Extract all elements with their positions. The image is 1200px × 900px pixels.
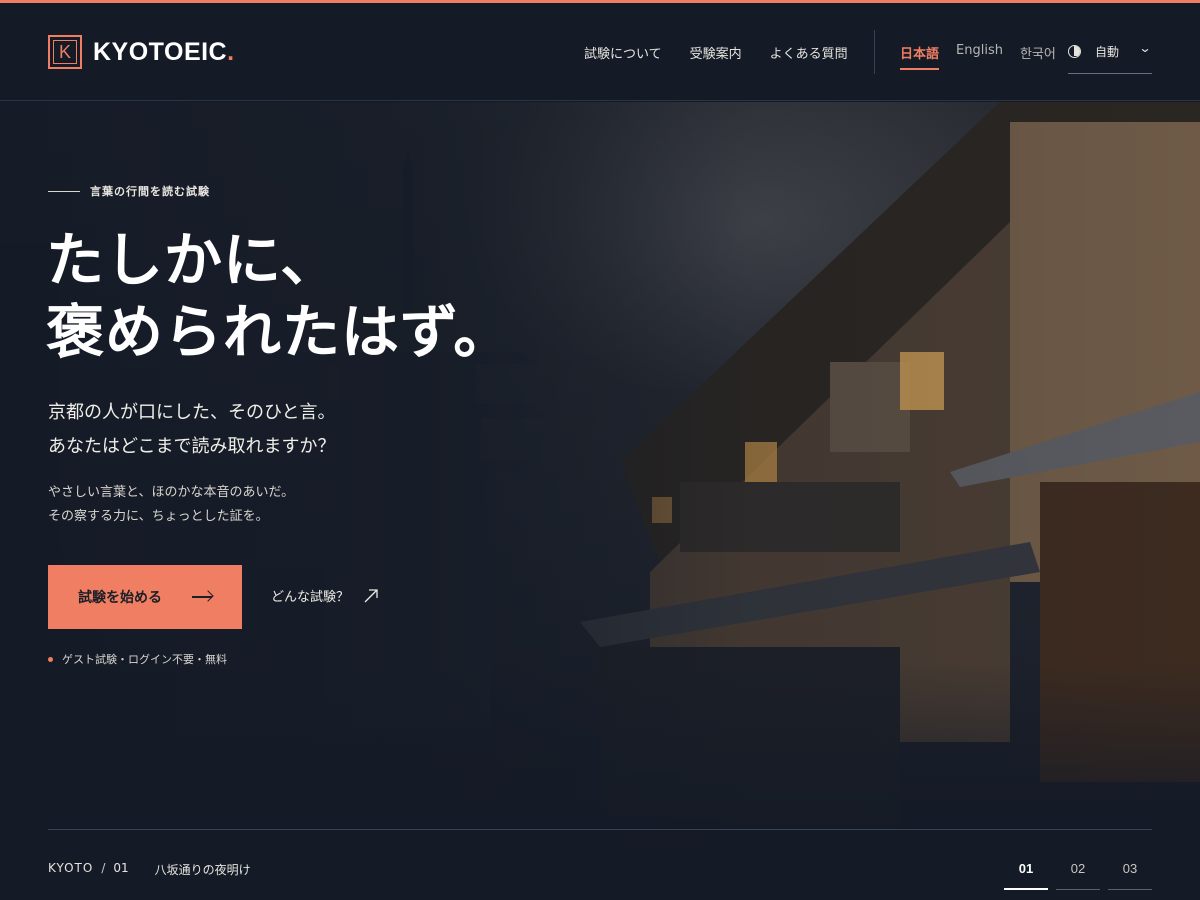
brand-logo[interactable]: K KYOTOEIC.: [48, 35, 235, 69]
lang-en[interactable]: English: [956, 43, 1003, 70]
body-line-1: やさしい言葉と、ほのかな本音のあいだ。: [48, 485, 295, 500]
body-line-2: その察する力に、ちょっとした証を。: [48, 509, 269, 524]
theme-select[interactable]: 自動 ⌄: [1068, 40, 1152, 74]
footer-divider: [48, 829, 1152, 830]
eyebrow-text: 言葉の行間を読む試験: [90, 185, 210, 198]
lead-line-1: 京都の人が口にした、そのひと言。: [48, 402, 336, 423]
headline-line-2: 褒められたはず。: [46, 298, 513, 366]
start-test-button[interactable]: 試験を始める: [48, 565, 242, 629]
theme-select-value: 自動: [1095, 45, 1120, 59]
logo-mark-icon: K: [48, 35, 82, 69]
slide-pager: 01 02 03: [1004, 856, 1152, 890]
pager-item-1[interactable]: 01: [1004, 856, 1048, 890]
lang-ja[interactable]: 日本語: [900, 43, 940, 70]
slide-index: 01: [113, 861, 129, 875]
eyebrow-line: [48, 190, 80, 192]
language-switcher: 日本語 English 한국어: [900, 43, 1056, 70]
guest-note: ゲスト試験・ログイン不要・無料: [48, 651, 227, 667]
chevron-down-icon: ⌄: [1138, 41, 1152, 55]
pager-item-2[interactable]: 02: [1056, 856, 1100, 890]
nav-item-about[interactable]: 試験について: [584, 43, 662, 62]
slide-title: 八坂通りの夜明け: [154, 863, 251, 877]
hero-lead: 京都の人が口にした、そのひと言。 あなたはどこまで読み取れますか？: [48, 396, 335, 464]
headline-line-1: たしかに、: [46, 226, 340, 294]
slide-separator: /: [101, 861, 106, 875]
hero-headline: たしかに、 褒められたはず。: [46, 224, 512, 368]
hero-section: 言葉の行間を読む試験 たしかに、 褒められたはず。 京都の人が口にした、そのひと…: [0, 102, 1200, 900]
guest-note-text: ゲスト試験・ログイン不要・無料: [62, 653, 227, 666]
hero-body: やさしい言葉と、ほのかな本音のあいだ。 その察する力に、ちょっとした証を。: [48, 481, 294, 529]
nav-divider: [874, 30, 875, 74]
what-test-link[interactable]: どんな試験？: [271, 586, 379, 605]
main-nav: 試験について 受験案内 よくある質問: [584, 43, 848, 62]
nav-item-guide[interactable]: 受験案内: [690, 43, 742, 62]
site-header: K KYOTOEIC. 試験について 受験案内 よくある質問 日本語 Engli…: [0, 3, 1200, 101]
lang-ko[interactable]: 한국어: [1020, 43, 1056, 70]
nav-item-faq[interactable]: よくある質問: [770, 43, 848, 62]
start-test-label: 試験を始める: [78, 590, 162, 606]
contrast-icon: [1068, 45, 1081, 58]
what-test-label: どんな試験？: [271, 590, 350, 605]
slide-caption: KYOTO / 01 八坂通りの夜明け: [48, 861, 251, 878]
arrow-right-icon: [192, 596, 212, 598]
brand-name: KYOTOEIC.: [93, 37, 235, 66]
lead-line-2: あなたはどこまで読み取れますか？: [48, 436, 336, 457]
bullet-dot-icon: [48, 656, 53, 662]
arrow-up-right-icon: [364, 588, 378, 602]
pager-item-3[interactable]: 03: [1108, 856, 1152, 890]
hero-eyebrow: 言葉の行間を読む試験: [48, 183, 210, 199]
slide-city: KYOTO: [48, 861, 94, 875]
